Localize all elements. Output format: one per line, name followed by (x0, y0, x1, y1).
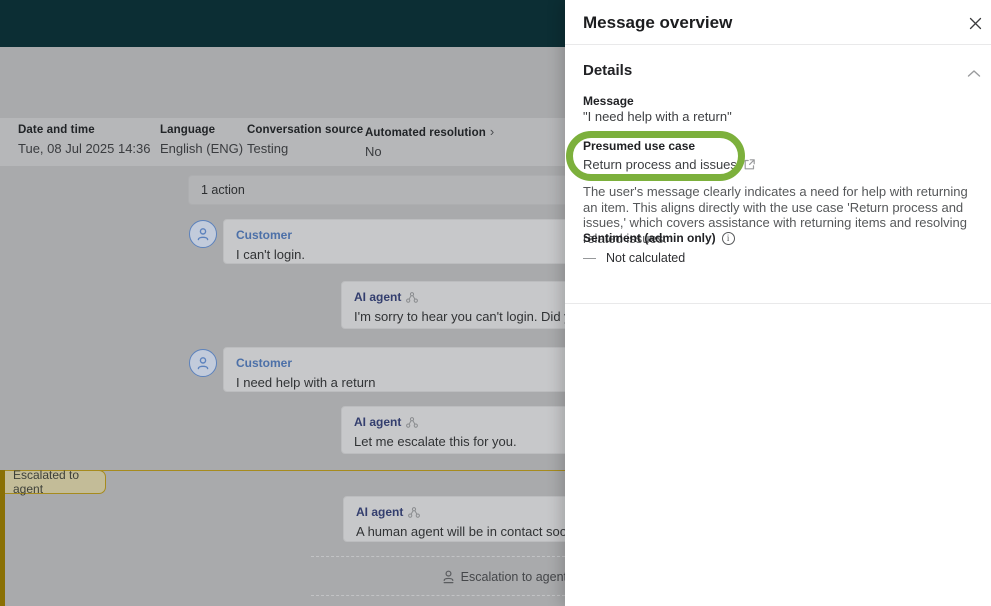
event-divider (311, 595, 565, 596)
dash-icon: — (583, 250, 596, 265)
customer-avatar (189, 220, 217, 248)
actions-expander-bar[interactable]: 1 action (188, 175, 565, 205)
customer-avatar (189, 349, 217, 377)
message-text: I need help with a return (236, 375, 565, 390)
app-window: Date and time Tue, 08 Jul 2025 14:36 Lan… (0, 0, 991, 606)
message-text: A human agent will be in contact soon. (356, 524, 565, 539)
meta-value: Testing (247, 141, 363, 156)
message-author: AI agent (356, 505, 403, 519)
close-icon[interactable] (963, 11, 987, 35)
message-bubble-customer: Customer I can't login. (223, 219, 565, 264)
escalation-event-row: Escalation to agent (311, 567, 565, 587)
message-author: Customer (236, 356, 292, 370)
meta-language: Language English (ENG) (160, 124, 243, 156)
message-field-value: "I need help with a return" (583, 109, 732, 124)
message-bubble-ai: AI agent Let me escalate this for you. (341, 406, 565, 454)
panel-divider (565, 303, 991, 304)
message-bubble-ai: AI agent A human agent will be in contac… (343, 496, 565, 542)
external-link-icon[interactable] (743, 158, 756, 171)
sentiment-field-label: Sentiment (admin only) (583, 231, 716, 245)
workflow-icon (406, 292, 418, 303)
workflow-icon (408, 507, 420, 518)
message-overview-panel: Message overview Details Message "I need… (565, 0, 991, 606)
conversation-meta-bar: Date and time Tue, 08 Jul 2025 14:36 Lan… (0, 118, 565, 166)
meta-label: Automated resolution› (365, 124, 494, 139)
message-author: AI agent (354, 415, 401, 429)
use-case-link-text[interactable]: Return process and issues (583, 157, 737, 172)
details-section-heading: Details (583, 62, 632, 79)
chevron-up-icon[interactable] (967, 65, 981, 75)
event-divider (311, 556, 565, 557)
escalation-event-label: Escalation to agent (461, 570, 565, 584)
meta-label: Date and time (18, 124, 151, 136)
panel-divider (565, 44, 991, 45)
use-case-field-label: Presumed use case (583, 139, 695, 153)
actions-count-label: 1 action (201, 183, 245, 197)
info-icon[interactable]: i (722, 232, 735, 245)
meta-label: Conversation source (247, 124, 363, 136)
message-text: I can't login. (236, 247, 565, 262)
meta-conversation-source: Conversation source Testing (247, 124, 363, 156)
message-author: AI agent (354, 290, 401, 304)
message-field-label: Message (583, 94, 634, 108)
top-navigation-bar (0, 0, 565, 47)
use-case-field-value: Return process and issues (583, 157, 756, 172)
escalated-badge-label: Escalated to agent (13, 468, 105, 496)
message-author: Customer (236, 228, 292, 242)
meta-value: No (365, 144, 494, 159)
chevron-right-icon: › (490, 124, 494, 139)
message-bubble-ai: AI agent I'm sorry to hear you can't log… (341, 281, 565, 329)
escalated-to-agent-badge: Escalated to agent (5, 470, 106, 494)
workflow-icon (406, 417, 418, 428)
sentiment-value-row: — Not calculated (583, 250, 685, 265)
sentiment-field-label-row: Sentiment (admin only) i (583, 231, 735, 245)
person-icon (195, 355, 211, 371)
meta-value: Tue, 08 Jul 2025 14:36 (18, 141, 151, 156)
meta-label: Language (160, 124, 243, 136)
panel-title: Message overview (583, 13, 732, 33)
meta-value: English (ENG) (160, 141, 243, 156)
conversation-view-backdrop: Date and time Tue, 08 Jul 2025 14:36 Lan… (0, 0, 565, 606)
person-icon (195, 226, 211, 242)
message-text: Let me escalate this for you. (354, 434, 565, 449)
message-bubble-customer: Customer I need help with a return (223, 347, 565, 392)
meta-date-time: Date and time Tue, 08 Jul 2025 14:36 (18, 124, 151, 156)
message-text: I'm sorry to hear you can't login. Did y… (354, 309, 565, 324)
sentiment-value: Not calculated (606, 251, 685, 265)
meta-automated-resolution[interactable]: Automated resolution› No (365, 124, 494, 159)
agent-person-icon (442, 570, 455, 584)
